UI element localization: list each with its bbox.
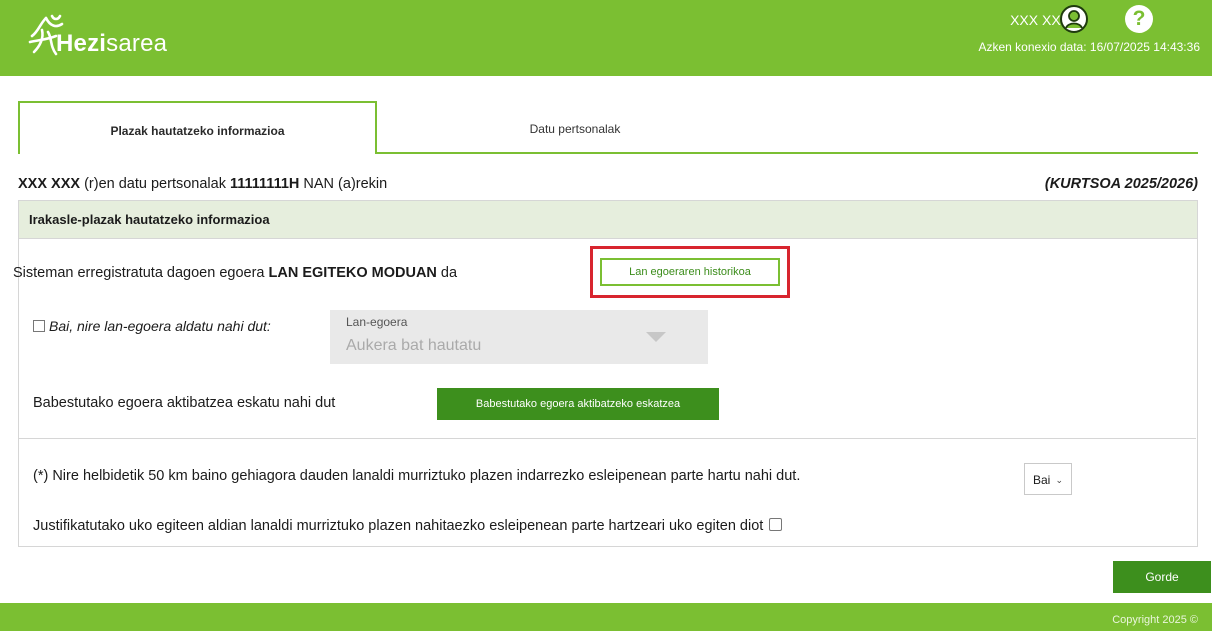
status-value: LAN EGITEKO MODUAN (268, 265, 437, 281)
work-status-select: Lan-egoera Aukera bat hautatu (330, 310, 708, 364)
footer: Copyright 2025 © (0, 603, 1212, 631)
person-text2: NAN (a)rekin (303, 176, 388, 192)
tab-bar: Plazak hautatzeko informazioa Datu perts… (18, 101, 1198, 155)
change-status-checkbox[interactable] (33, 320, 45, 332)
logo-text: Hezisarea (56, 30, 168, 57)
tab-plazak-informazioa[interactable]: Plazak hautatzeko informazioa (18, 101, 377, 154)
logo[interactable]: Hezisarea (26, 10, 206, 66)
forced-assignment-select[interactable]: Bai ⌄ (1024, 463, 1072, 495)
caret-down-icon (646, 332, 666, 342)
renounce-text: Justifikatutako uko egiteen aldian lanal… (33, 518, 764, 534)
help-icon[interactable]: ? (1125, 5, 1153, 33)
work-status-select-label: Lan-egoera (346, 315, 408, 329)
tab-underline (375, 152, 1198, 154)
chevron-down-icon: ⌄ (1055, 475, 1063, 485)
panel-title: Irakasle-plazak hautatzeko informazioa (19, 201, 1197, 239)
renounce-checkbox[interactable] (769, 518, 783, 531)
history-button[interactable]: Lan egoeraren historikoa (600, 258, 780, 286)
tab-datu-pertsonalak[interactable]: Datu pertsonalak (375, 101, 775, 151)
save-button[interactable]: Gorde (1113, 561, 1211, 593)
protected-status-button[interactable]: Babestutako egoera aktibatzeko eskatzea (437, 388, 719, 420)
person-header: XXX XXX (r)en datu pertsonalak 11111111H… (18, 176, 1198, 196)
person-info: XXX XXX (r)en datu pertsonalak 11111111H… (18, 176, 387, 192)
top-bar: Hezisarea XXX XXX ? Azken konexio data: … (0, 0, 1212, 76)
course-label: (KURTSOA 2025/2026) (1044, 176, 1198, 192)
protected-status-text: Babestutako egoera aktibatzea eskatu nah… (33, 395, 336, 411)
forced-assignment-text: (*) Nire helbidetik 50 km baino gehiagor… (33, 468, 801, 484)
last-connection-date: Azken konexio data: 16/07/2025 14:43:36 (978, 40, 1200, 54)
panel-divider (19, 438, 1196, 439)
renounce-row: Justifikatutako uko egiteen aldian lanal… (33, 518, 783, 534)
person-name: XXX XXX (18, 176, 81, 192)
change-status-checkbox-row[interactable]: Bai, nire lan-egoera aldatu nahi dut: (33, 318, 271, 334)
user-avatar-icon[interactable] (1060, 5, 1088, 33)
change-status-label: Bai, nire lan-egoera aldatu nahi dut: (49, 318, 271, 334)
person-text1: (r)en datu pertsonalak (84, 176, 226, 192)
copyright-text: Copyright 2025 © (1112, 614, 1198, 626)
work-status-select-placeholder: Aukera bat hautatu (346, 337, 482, 354)
forced-assignment-select-value: Bai (1033, 473, 1051, 487)
status-text: Sisteman erregistratuta dagoen egoera LA… (13, 265, 458, 281)
person-id-number: 11111111H (229, 176, 300, 192)
